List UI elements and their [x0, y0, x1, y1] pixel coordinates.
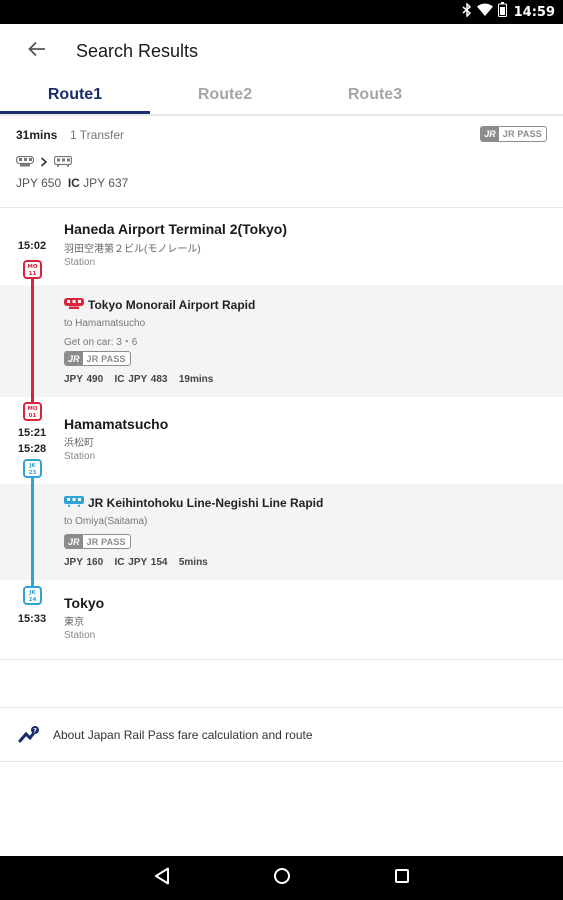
segment-fare: JPY 160 IC JPY 154 5mins: [64, 557, 208, 568]
badge-line-code: JK: [29, 463, 36, 469]
train-name-text: JR Keihintohoku Line-Negishi Line Rapid: [88, 496, 324, 510]
station-type: Station: [64, 257, 96, 268]
jr-pass-text: JR PASS: [502, 129, 542, 139]
page-title: Search Results: [76, 41, 199, 61]
help-route-icon: ?: [18, 725, 40, 750]
departure-time: 15:02: [17, 240, 47, 252]
station-number-badge: MO 01: [23, 402, 42, 421]
ic-fare-amount: IC JPY 483: [114, 374, 168, 385]
route-fare: JPY 650 IC JPY 637: [16, 176, 128, 190]
car-info: Get on car: 3・6: [64, 337, 138, 348]
nav-home-button[interactable]: [270, 866, 294, 890]
app-bar: Search Results: [0, 24, 563, 78]
station-number-badge: MO 11: [23, 260, 42, 279]
fare-amount: JPY 490: [64, 374, 104, 385]
station-number-badge: JK 23: [23, 459, 42, 478]
station-type: Station: [64, 451, 96, 462]
status-time: 14:59: [513, 4, 555, 20]
recents-square-icon: [394, 868, 410, 889]
fare-amount: JPY 160: [64, 557, 104, 568]
home-circle-icon: [273, 867, 291, 890]
arrival-time: 15:33: [17, 613, 47, 625]
jr-pass-badge: JR JR PASS: [64, 534, 131, 549]
station-number-badge: JK 24: [23, 586, 42, 605]
tab-route3[interactable]: Route3: [300, 86, 450, 104]
station-name-jp: 浜松町: [64, 438, 94, 449]
transfer-count: 1 Transfer: [70, 128, 125, 142]
jr-pass-badge: JR JR PASS: [480, 126, 547, 142]
station-type: Station: [64, 630, 96, 641]
station-name[interactable]: Hamamatsucho: [64, 416, 168, 432]
jr-pass-text: JR PASS: [86, 536, 126, 547]
system-nav-bar: [0, 856, 563, 900]
badge-line-code: MO: [27, 264, 38, 270]
back-button[interactable]: [22, 36, 52, 66]
arrival-time: 15:21: [17, 427, 47, 439]
badge-station-number: 01: [28, 412, 37, 419]
ic-label: IC: [67, 176, 80, 190]
fare-amount: JPY 650: [16, 176, 62, 190]
svg-text:?: ?: [33, 727, 37, 735]
back-triangle-icon: [154, 867, 170, 890]
route-summary: 31mins 1 Transfer JR JR PASS JPY 650 IC …: [0, 118, 563, 208]
segment-duration: 5mins: [178, 557, 208, 568]
tab-route1[interactable]: Route1: [0, 86, 150, 104]
transport-modes: [15, 154, 73, 172]
about-label: About Japan Rail Pass fare calculation a…: [53, 728, 313, 742]
status-icons: 14:59: [462, 1, 555, 22]
arrow-back-icon: [28, 41, 46, 62]
train-name: JR Keihintohoku Line-Negishi Line Rapid: [64, 496, 323, 510]
badge-line-code: MO: [27, 406, 38, 412]
train-line-icon: [64, 496, 84, 510]
ic-fare-amount: JPY 637: [83, 176, 129, 190]
monorail-route-line: [31, 277, 34, 403]
train-name: Tokyo Monorail Airport Rapid: [64, 298, 255, 312]
battery-icon: [497, 2, 507, 22]
nav-recents-button[interactable]: [390, 866, 414, 890]
active-tab-indicator: [0, 111, 150, 114]
jr-pass-text: JR PASS: [86, 353, 126, 364]
jr-pass-badge: JR JR PASS: [64, 351, 131, 366]
tab-route2[interactable]: Route2: [150, 86, 300, 104]
total-duration: 31mins: [16, 128, 58, 142]
route-tabs: Route1 Route2 Route3: [0, 78, 563, 116]
station-name-jp: 東京: [64, 617, 84, 628]
bluetooth-icon: [462, 1, 472, 22]
station-name[interactable]: Tokyo: [64, 595, 104, 611]
train-direction: to Hamamatsucho: [64, 318, 146, 329]
ic-fare-amount: IC JPY 154: [114, 557, 168, 568]
monorail-line-icon: [64, 298, 84, 312]
chevron-right-icon: [40, 154, 48, 172]
segment-fare: JPY 490 IC JPY 483 19mins: [64, 374, 213, 385]
jr-logo: JR: [481, 127, 499, 141]
badge-station-number: 24: [28, 596, 37, 603]
badge-line-code: JK: [29, 590, 36, 596]
train-icon: [53, 154, 73, 172]
wifi-icon: [476, 3, 493, 21]
badge-station-number: 23: [28, 469, 37, 476]
jr-route-line: [31, 477, 34, 589]
status-bar: 14:59: [0, 0, 563, 24]
train-direction: to Omiya(Saitama): [64, 516, 148, 527]
segment-duration: 19mins: [178, 374, 214, 385]
departure-time: 15:28: [17, 443, 47, 455]
monorail-icon: [15, 154, 35, 172]
route-detail: 15:02 MO 11 Haneda Airport Terminal 2(Tok…: [0, 209, 563, 660]
about-jr-pass-row[interactable]: ? About Japan Rail Pass fare calculation…: [0, 707, 563, 762]
station-name[interactable]: Haneda Airport Terminal 2(Tokyo): [64, 221, 287, 237]
badge-station-number: 11: [28, 270, 37, 277]
jr-logo: JR: [65, 352, 83, 365]
station-name-jp: 羽田空港第２ビル(モノレール): [64, 244, 201, 255]
jr-logo: JR: [65, 535, 83, 548]
nav-back-button[interactable]: [150, 866, 174, 890]
train-name-text: Tokyo Monorail Airport Rapid: [88, 298, 256, 312]
